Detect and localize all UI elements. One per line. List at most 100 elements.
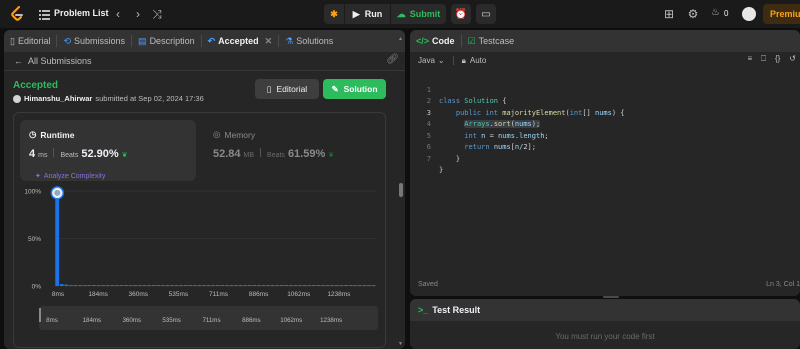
memory-beats-pct: 61.59% [287,148,326,160]
scrollbar-thumb[interactable] [399,183,403,197]
tab-editorial[interactable]: ▯ Editorial [4,30,56,52]
layout-grid-icon[interactable]: ⊞ [662,7,676,21]
scroll-up-icon[interactable]: ▲ [398,36,403,42]
chart-bar [344,285,348,286]
problem-list-link[interactable]: Problem List [54,8,109,18]
problem-list-icon[interactable] [37,7,51,21]
chart-bar [192,285,197,286]
y-tick-label: 0% [32,284,42,291]
brush-handle[interactable] [39,308,41,322]
analyze-complexity-link[interactable]: ✦ Analyze Complexity [35,172,105,181]
chevron-left-icon[interactable]: ‹ [111,7,125,21]
stats-box: ◷ Runtime 4 ms Beats 52.90% ❦ ✦ Analyze … [13,112,386,348]
chart-bar [124,285,128,286]
runtime-distribution-chart[interactable]: 100% 50% 0% 8ms 184ms 360ms 535ms 711ms 886ms 106… [14,185,387,305]
editorial-label: Editorial [276,84,308,94]
x-tick-label: 184ms [88,291,108,298]
chart-bar [69,285,73,286]
chart-bar [128,285,133,286]
runtime-value: 4 [29,148,36,160]
notes-button[interactable]: ▭ [476,4,496,24]
lock-icon: 🔒︎ [461,55,466,65]
chart-bar [147,285,151,286]
tab-label: Code [432,36,455,46]
scroll-down-icon[interactable]: ▼ [398,341,403,347]
memory-card[interactable]: ◎ Memory 52.84 MB Beats 61.59% ❦ [204,120,382,181]
chart-bar [174,285,179,286]
run-button[interactable]: ▶ Run [345,4,390,24]
edit-icon: ✎ [331,83,339,94]
author-name[interactable]: Himanshu_Ahirwar [24,94,92,103]
leaf-icon: ❦ [121,152,128,159]
chart-bar [275,285,280,286]
debug-button[interactable]: ✱ [324,4,344,24]
cursor-position: Ln 3, Col 1 [766,281,800,288]
shuffle-icon[interactable]: ⤨ [150,7,164,21]
submission-status: Accepted [13,80,59,91]
chevron-right-icon[interactable]: › [131,7,145,21]
streak-icon[interactable]: ♨ [711,7,720,18]
sparkle-icon: ✦ [35,173,41,180]
tab-submissions[interactable]: ⟲ Submissions [57,30,131,52]
close-icon[interactable]: ✕ [265,36,273,47]
code-panel: </> Code ☑ Testcase Java ⌄ 🔒︎ Auto ≡ ⎕ {… [410,30,800,296]
code-line: 4 int n = nums.length; [410,108,800,140]
editorial-button[interactable]: ▯ Editorial [255,79,319,99]
language-select[interactable]: Java [418,56,435,65]
chart-range-brush[interactable]: 8ms 184ms 360ms 535ms 711ms 886ms 1062ms 1238ms [39,306,378,330]
tab-testcase[interactable]: ☑ Testcase [462,30,521,52]
gear-icon[interactable]: ⚙ [686,7,700,21]
timer-button[interactable]: ⏰ [451,4,471,24]
y-tick-label: 50% [28,236,41,243]
chart-bar [307,285,312,286]
note-icon: ▭ [481,8,491,20]
code-line: 6 } [410,131,800,163]
bookmark-icon[interactable]: ⎕ [761,54,766,64]
chart-bar [293,285,298,286]
chart-bar [339,285,344,286]
test-result-header[interactable]: >_ Test Result [410,299,800,321]
author-avatar[interactable] [13,94,21,103]
alarm-icon: ⏰ [454,8,468,20]
runtime-title: ◷ Runtime [29,129,74,140]
chart-bar [206,285,211,286]
x-tick-label: 1238ms [327,291,351,298]
tab-label: Description [149,36,195,46]
code-line: 5 return nums[n/2]; [410,119,800,152]
chart-bar [289,285,293,286]
braces-icon[interactable]: {} [775,54,780,64]
solution-button[interactable]: ✎ Solution [323,79,386,99]
bug-icon: ✱ [330,8,338,19]
divider [4,70,405,71]
code-line-current: 3 Arrays.sort(nums); [410,96,800,128]
beats-label: Beats [267,152,285,159]
submit-button[interactable]: ☁ Submit [391,4,446,24]
tab-code[interactable]: </> Code [410,30,461,52]
back-to-submissions[interactable]: ← All Submissions [14,56,92,66]
chart-bar [197,285,202,286]
panel-resize-handle[interactable] [603,296,619,298]
runtime-card[interactable]: ◷ Runtime 4 ms Beats 52.90% ❦ ✦ Analyze … [20,120,196,181]
tab-solutions[interactable]: ⚗ Solutions [279,30,339,52]
chevron-down-icon[interactable]: ⌄ [438,56,445,65]
chart-bar [316,285,321,286]
chart-bar [73,285,78,286]
leetcode-logo[interactable] [10,6,24,22]
memory-title: ◎ Memory [213,129,255,140]
brush-tick-label: 886ms [242,317,261,324]
chart-bar [220,285,225,286]
code-editor[interactable]: 1 class Solution { 2 public int majority… [410,73,800,175]
tab-description[interactable]: ▤ Description [132,30,201,52]
premium-button[interactable]: Premium [763,4,800,24]
chart-bar [247,285,252,286]
chart-bar [270,285,275,286]
tab-accepted[interactable]: ↶ Accepted ✕ [202,30,279,52]
chart-bar [302,285,307,286]
format-icon[interactable]: ≡ [747,54,752,64]
user-avatar[interactable] [742,7,756,21]
book-icon: ▯ [10,35,15,46]
reset-icon[interactable]: ↺ [789,54,796,64]
autocomplete-mode[interactable]: Auto [470,56,486,65]
tab-label: Testcase [478,36,515,46]
chart-bar [261,285,266,286]
